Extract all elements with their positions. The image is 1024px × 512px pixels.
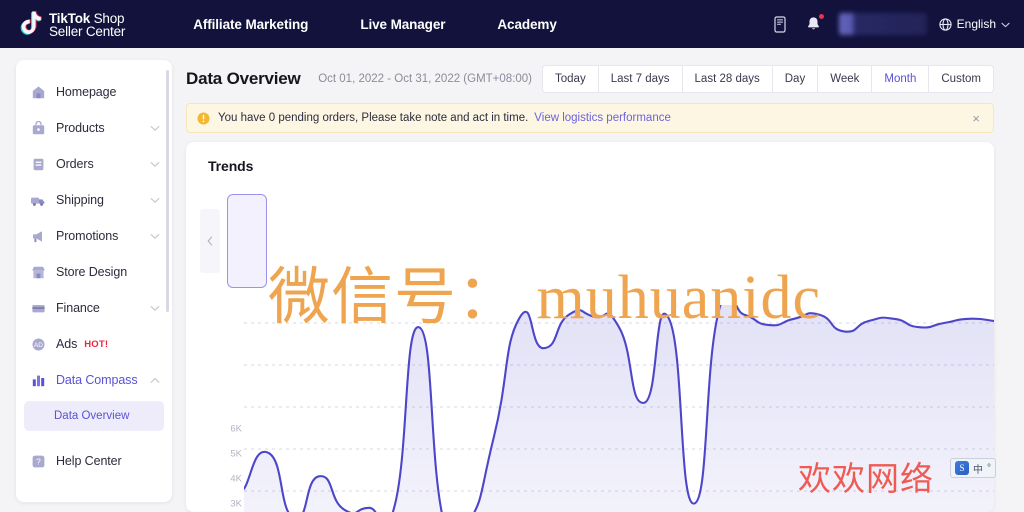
- chevron-down-icon: [1001, 17, 1010, 31]
- sidebar-item-products[interactable]: Products: [16, 110, 172, 146]
- user-account-avatar[interactable]: [838, 13, 927, 35]
- bag-icon: [30, 120, 46, 136]
- trends-card: Trends 1K2K3K4K5K6K: [186, 142, 994, 512]
- sidebar-item-shipping[interactable]: Shipping: [16, 182, 172, 218]
- range-button-last-28-days[interactable]: Last 28 days: [683, 66, 773, 92]
- sidebar-sublabel: Data Overview: [54, 410, 130, 422]
- sidebar-item-finance[interactable]: Finance: [16, 290, 172, 326]
- language-selector[interactable]: English: [938, 17, 1010, 31]
- chevron-down-icon[interactable]: [150, 155, 160, 173]
- brand-text: TikTok Shop Seller Center: [49, 11, 125, 38]
- storefront-icon: [30, 264, 46, 280]
- chart-y-axis: 1K2K3K4K5K6K: [220, 409, 242, 512]
- sidebar-label: Shipping: [56, 193, 104, 207]
- range-button-last-7-days[interactable]: Last 7 days: [599, 66, 683, 92]
- chart-y-tick: 4K: [230, 473, 242, 485]
- brand-logo[interactable]: TikTok Shop Seller Center: [16, 9, 125, 39]
- chart-y-tick: 6K: [230, 423, 242, 435]
- sidebar-subitem-data-overview[interactable]: Data Overview: [24, 401, 164, 431]
- range-button-week[interactable]: Week: [818, 66, 873, 92]
- date-range-segmented-control: Today Last 7 days Last 28 days Day Week …: [542, 65, 994, 93]
- sidebar-label: Store Design: [56, 265, 128, 279]
- sidebar-label: Data Compass: [56, 373, 138, 387]
- chevron-down-icon[interactable]: [150, 191, 160, 209]
- sidebar-navigation: Homepage Products Orders Shipping Promot…: [16, 60, 172, 502]
- sidebar-item-help-center[interactable]: ? Help Center: [16, 443, 172, 479]
- nav-link-live-manager[interactable]: Live Manager: [350, 11, 455, 38]
- sidebar-item-store-design[interactable]: Store Design: [16, 254, 172, 290]
- sidebar-item-ads[interactable]: AD Ads HOT!: [16, 326, 172, 362]
- sidebar-label: Finance: [56, 301, 100, 315]
- trends-chart: 1K2K3K4K5K6K: [186, 305, 994, 512]
- chart-plot-area: [244, 305, 994, 512]
- chart-y-tick: 3K: [230, 498, 242, 510]
- range-button-day[interactable]: Day: [773, 66, 819, 92]
- language-label: English: [956, 17, 996, 31]
- globe-icon: [938, 17, 952, 31]
- chevron-down-icon[interactable]: [150, 299, 160, 317]
- sidebar-scrollbar[interactable]: [166, 70, 169, 312]
- chart-y-tick: 5K: [230, 448, 242, 460]
- sidebar-label: Products: [56, 121, 105, 135]
- range-button-today[interactable]: Today: [543, 66, 599, 92]
- truck-icon: [30, 192, 46, 208]
- sidebar-item-homepage[interactable]: Homepage: [16, 74, 172, 110]
- help-icon: ?: [30, 453, 46, 469]
- range-button-month[interactable]: Month: [872, 66, 930, 92]
- close-icon[interactable]: ×: [969, 110, 983, 127]
- sidebar-item-orders[interactable]: Orders: [16, 146, 172, 182]
- page-header: Data Overview Oct 01, 2022 - Oct 31, 202…: [180, 48, 1024, 94]
- svg-text:AD: AD: [34, 342, 43, 349]
- notification-bell-icon[interactable]: [801, 11, 827, 37]
- range-button-custom[interactable]: Custom: [929, 66, 993, 92]
- sidebar-label: Promotions: [56, 229, 119, 243]
- notification-badge: [817, 13, 825, 20]
- sogou-ime-indicator[interactable]: S 中 °: [950, 458, 996, 478]
- top-navigation-bar: TikTok Shop Seller Center Affiliate Mark…: [0, 0, 1024, 48]
- carousel-prev-button[interactable]: [200, 209, 220, 273]
- card-icon: [30, 300, 46, 316]
- main-content: Data Overview Oct 01, 2022 - Oct 31, 202…: [180, 48, 1024, 512]
- primary-nav-links: Affiliate Marketing Live Manager Academy: [183, 11, 599, 38]
- home-icon: [30, 84, 46, 100]
- megaphone-icon: [30, 228, 46, 244]
- nav-link-affiliate-marketing[interactable]: Affiliate Marketing: [183, 11, 318, 38]
- alert-message: You have 0 pending orders, Please take n…: [218, 112, 529, 124]
- trends-title: Trends: [208, 158, 254, 174]
- page-title: Data Overview: [186, 69, 301, 88]
- ads-icon: AD: [30, 336, 46, 352]
- sidebar-label: Ads: [56, 337, 78, 351]
- sidebar-label: Orders: [56, 157, 94, 171]
- metric-card-selected[interactable]: [227, 194, 267, 288]
- tiktok-note-icon: [16, 9, 42, 39]
- metric-carousel: [200, 194, 267, 288]
- pending-orders-alert: You have 0 pending orders, Please take n…: [186, 103, 994, 133]
- brand-seller-center: Seller Center: [49, 23, 126, 39]
- chevron-down-icon[interactable]: [150, 119, 160, 137]
- chevron-down-icon[interactable]: [150, 227, 160, 245]
- warning-icon: [197, 112, 210, 125]
- hot-badge: HOT!: [84, 338, 109, 350]
- sidebar-label: Help Center: [56, 454, 122, 468]
- clipboard-icon: [30, 156, 46, 172]
- sogou-logo-icon: S: [955, 461, 969, 475]
- date-range-label: Oct 01, 2022 - Oct 31, 2022 (GMT+08:00): [318, 73, 533, 85]
- mobile-device-icon[interactable]: [767, 11, 793, 37]
- nav-link-academy[interactable]: Academy: [487, 11, 566, 38]
- nav-right-group: English: [767, 11, 1010, 37]
- sidebar-item-promotions[interactable]: Promotions: [16, 218, 172, 254]
- sidebar-item-data-compass[interactable]: Data Compass: [16, 362, 172, 398]
- sidebar-label: Homepage: [56, 85, 117, 99]
- ime-mode-label: 中: [973, 464, 983, 476]
- bar-chart-icon: [30, 372, 46, 388]
- chevron-up-icon[interactable]: [150, 371, 160, 389]
- alert-link-view-logistics[interactable]: View logistics performance: [534, 112, 671, 124]
- svg-text:?: ?: [36, 456, 41, 466]
- ime-punct-icon: °: [987, 462, 991, 474]
